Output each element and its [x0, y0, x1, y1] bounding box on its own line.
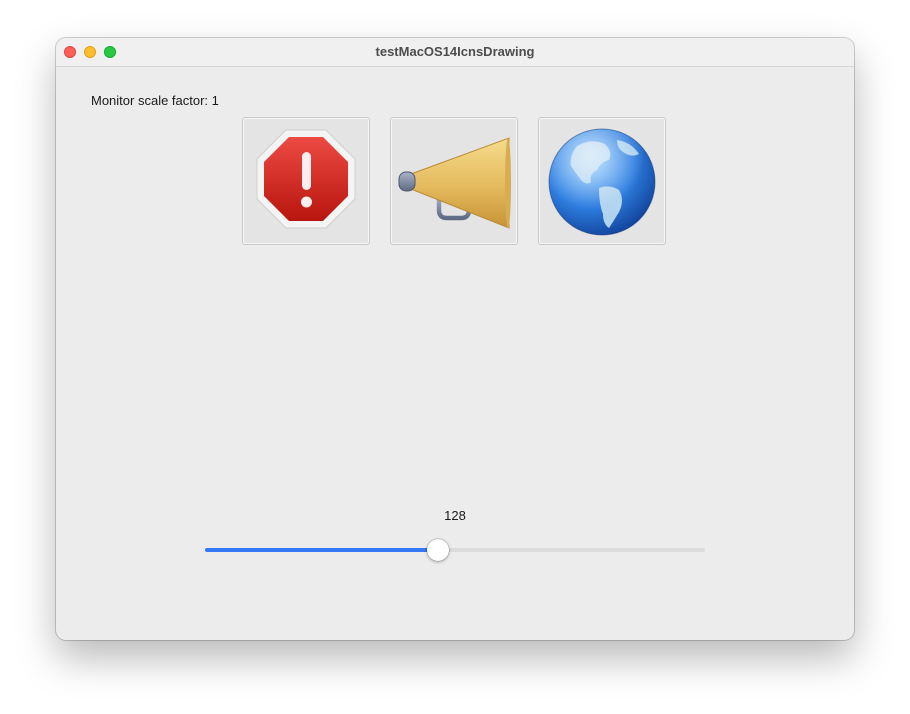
title-bar[interactable]: testMacOS14IcnsDrawing — [56, 38, 854, 67]
icon-tile-alert — [242, 117, 370, 245]
slider-value-label: 128 — [444, 508, 466, 523]
icon-tile-globe — [538, 117, 666, 245]
slider-fill — [205, 548, 438, 552]
monitor-scale-label: Monitor scale factor: 1 — [91, 93, 219, 108]
slider-knob[interactable] — [427, 539, 449, 561]
size-slider[interactable] — [205, 539, 705, 561]
app-window: testMacOS14IcnsDrawing Monitor scale fac… — [56, 38, 854, 640]
megaphone-icon — [398, 137, 511, 229]
globe-icon — [548, 128, 656, 236]
window-title: testMacOS14IcnsDrawing — [375, 44, 535, 59]
alert-stop-icon — [256, 129, 356, 229]
icon-tile-megaphone — [390, 117, 518, 245]
